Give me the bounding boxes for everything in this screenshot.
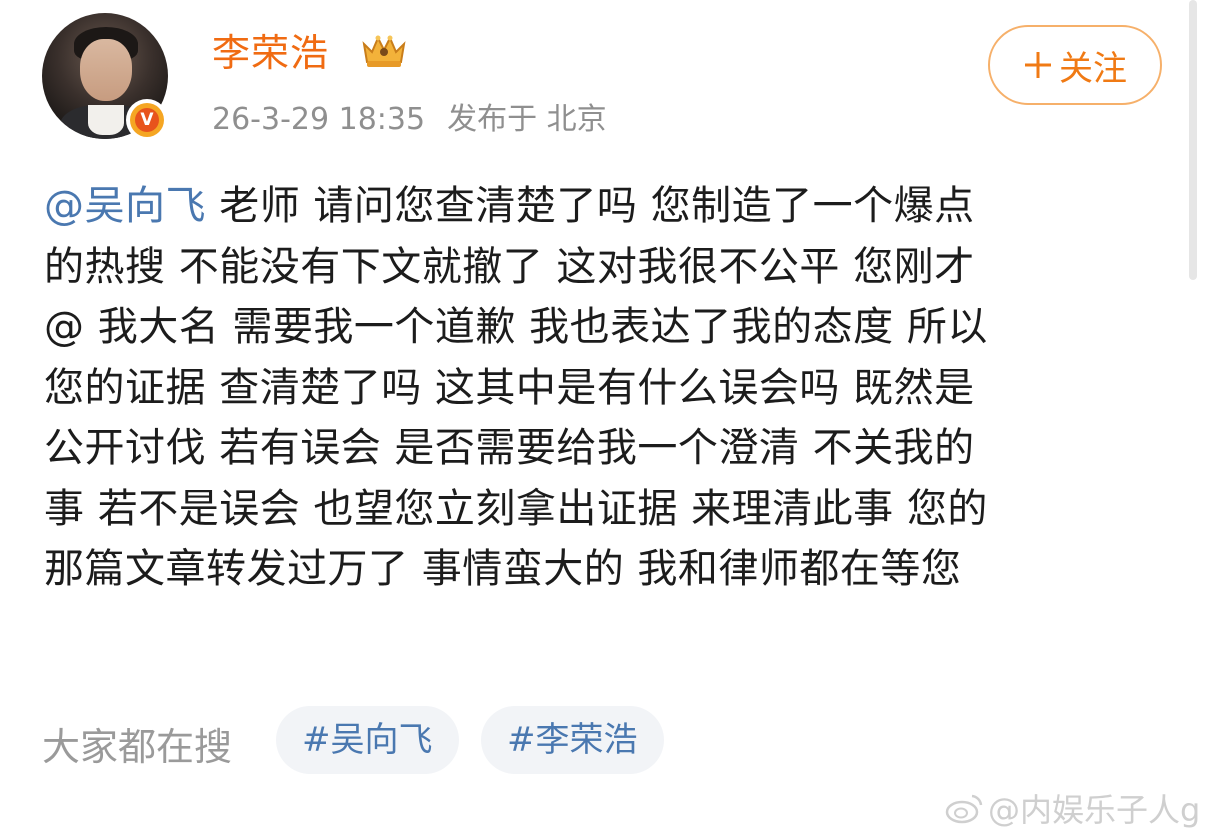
- content-line: @吴向飞 老师 请问您查清楚了吗 您制造了一个爆点: [44, 183, 975, 229]
- watermark-text: @内娱乐子人g: [988, 791, 1201, 829]
- content-line: 事 若不是误会 也望您立刻拿出证据 来理清此事 您的: [44, 485, 988, 532]
- verified-badge-icon: V: [126, 99, 168, 141]
- content-line: @ 我大名 需要我一个道歉 我也表达了我的态度 所以: [44, 304, 988, 350]
- mention-link[interactable]: @吴向飞: [44, 183, 206, 229]
- follow-label: 关注: [1059, 48, 1127, 89]
- crown-icon: [362, 35, 406, 67]
- content-line: 那篇文章转发过万了 事情蛮大的 我和律师都在等您: [44, 546, 962, 592]
- post-location: 发布于 北京: [447, 102, 607, 137]
- hashtag-chip[interactable]: #吴向飞: [276, 706, 459, 774]
- post-meta: 26-3-29 18:35 发布于 北京: [212, 94, 607, 138]
- weibo-logo-icon: [945, 794, 983, 824]
- plus-icon: [1025, 52, 1051, 78]
- content-line: 公开讨伐 若有误会 是否需要给我一个澄清 不关我的: [44, 425, 975, 471]
- avatar-collar: [88, 105, 124, 135]
- post-time: 26-3-29 18:35: [212, 102, 426, 137]
- watermark: @内娱乐子人g: [944, 785, 1200, 831]
- scrollbar[interactable]: [1189, 0, 1197, 280]
- avatar-face: [80, 39, 132, 101]
- post-content: @吴向飞 老师 请问您查清楚了吗 您制造了一个爆点 的热搜 不能没有下文就撤了 …: [44, 176, 1164, 600]
- content-line: 的热搜 不能没有下文就撤了 这对我很不公平 您刚才: [44, 243, 975, 290]
- author-name[interactable]: 李荣浩: [212, 22, 329, 77]
- hashtag-chip[interactable]: #李荣浩: [481, 706, 664, 774]
- follow-button[interactable]: 关注: [988, 25, 1162, 105]
- trending-search-label: 大家都在搜: [42, 725, 233, 769]
- content-line: 您的证据 查清楚了吗 这其中是有什么误会吗 既然是: [44, 364, 975, 411]
